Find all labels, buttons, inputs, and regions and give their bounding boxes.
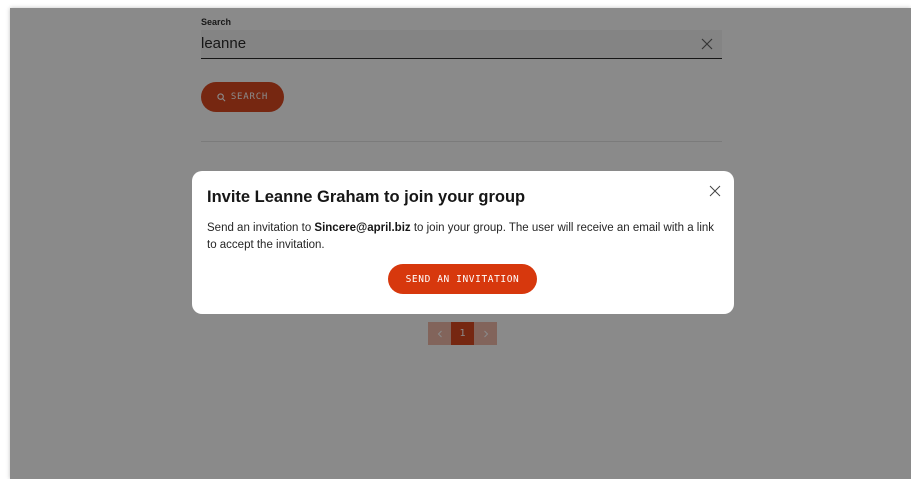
close-icon[interactable] <box>709 185 721 197</box>
invitee-email: Sincere@april.biz <box>314 222 411 234</box>
app-window: Search leanne SEARCH 1 <box>10 8 911 479</box>
modal-body: Send an invitation to Sincere@april.biz … <box>207 220 722 254</box>
send-invitation-button[interactable]: SEND AN INVITATION <box>388 264 537 294</box>
modal-body-prefix: Send an invitation to <box>207 222 315 234</box>
send-invitation-label: SEND AN INVITATION <box>405 273 520 285</box>
invite-modal: Invite Leanne Graham to join your group … <box>192 171 734 314</box>
modal-title: Invite Leanne Graham to join your group <box>207 188 526 206</box>
